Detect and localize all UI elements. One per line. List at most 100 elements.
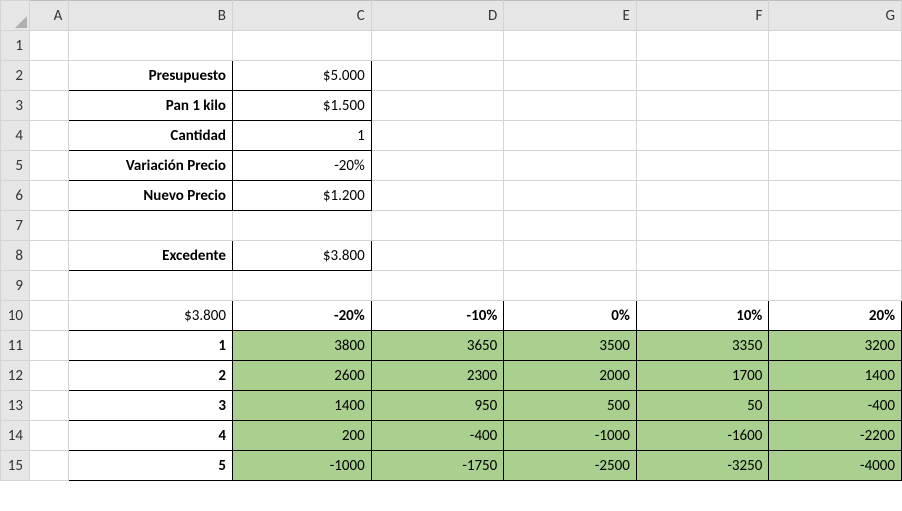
row-header-4[interactable]: 4 <box>1 121 30 151</box>
datatable-value[interactable]: 3800 <box>232 331 371 361</box>
cell[interactable] <box>29 421 68 451</box>
datatable-value[interactable]: 50 <box>636 391 769 421</box>
cell[interactable] <box>769 211 902 241</box>
datatable-value[interactable]: -1000 <box>504 421 637 451</box>
cell[interactable] <box>636 181 769 211</box>
cell[interactable] <box>769 151 902 181</box>
datatable-colhdr[interactable]: 20% <box>769 301 902 331</box>
cell[interactable] <box>504 211 637 241</box>
datatable-value[interactable]: -1600 <box>636 421 769 451</box>
datatable-rowhdr[interactable]: 1 <box>69 331 233 361</box>
datatable-value[interactable]: -400 <box>769 391 902 421</box>
cell[interactable] <box>371 91 504 121</box>
datatable-value[interactable]: -4000 <box>769 451 902 481</box>
row-header-6[interactable]: 6 <box>1 181 30 211</box>
cell[interactable] <box>371 241 504 271</box>
datatable-value[interactable]: 2600 <box>232 361 371 391</box>
cell[interactable] <box>69 271 233 301</box>
variacion-label[interactable]: Variación Precio <box>69 151 233 181</box>
variacion-value[interactable]: -20% <box>232 151 371 181</box>
cell[interactable] <box>29 301 68 331</box>
col-header-C[interactable]: C <box>232 1 371 31</box>
datatable-value[interactable]: -2500 <box>504 451 637 481</box>
datatable-value[interactable]: -1750 <box>371 451 504 481</box>
col-header-E[interactable]: E <box>504 1 637 31</box>
datatable-value[interactable]: 3350 <box>636 331 769 361</box>
cell[interactable] <box>29 331 68 361</box>
datatable-corner[interactable]: $3.800 <box>69 301 233 331</box>
cell[interactable] <box>769 31 902 61</box>
cantidad-value[interactable]: 1 <box>232 121 371 151</box>
cell[interactable] <box>769 91 902 121</box>
cell[interactable] <box>504 31 637 61</box>
cell[interactable] <box>29 91 68 121</box>
cell[interactable] <box>504 181 637 211</box>
cell[interactable] <box>29 31 68 61</box>
datatable-value[interactable]: -1000 <box>232 451 371 481</box>
cell[interactable] <box>29 241 68 271</box>
cell[interactable] <box>636 151 769 181</box>
cell[interactable] <box>29 451 68 481</box>
cell[interactable] <box>29 121 68 151</box>
select-all-corner[interactable] <box>1 1 30 31</box>
cell[interactable] <box>636 211 769 241</box>
row-header-2[interactable]: 2 <box>1 61 30 91</box>
pan-value[interactable]: $1.500 <box>232 91 371 121</box>
datatable-value[interactable]: 1700 <box>636 361 769 391</box>
datatable-rowhdr[interactable]: 3 <box>69 391 233 421</box>
cell[interactable] <box>504 271 637 301</box>
cell[interactable] <box>232 271 371 301</box>
col-header-A[interactable]: A <box>29 1 68 31</box>
row-header-10[interactable]: 10 <box>1 301 30 331</box>
cell[interactable] <box>29 271 68 301</box>
datatable-value[interactable]: 950 <box>371 391 504 421</box>
datatable-value[interactable]: 3500 <box>504 331 637 361</box>
excedente-label[interactable]: Excedente <box>69 241 233 271</box>
datatable-value[interactable]: 3200 <box>769 331 902 361</box>
row-header-7[interactable]: 7 <box>1 211 30 241</box>
cell[interactable] <box>69 31 233 61</box>
presupuesto-label[interactable]: Presupuesto <box>69 61 233 91</box>
datatable-value[interactable]: 200 <box>232 421 371 451</box>
cell[interactable] <box>371 31 504 61</box>
cell[interactable] <box>232 31 371 61</box>
cell[interactable] <box>769 241 902 271</box>
excedente-value[interactable]: $3.800 <box>232 241 371 271</box>
cell[interactable] <box>371 151 504 181</box>
datatable-rowhdr[interactable]: 2 <box>69 361 233 391</box>
datatable-value[interactable]: 1400 <box>769 361 902 391</box>
nuevoprecio-value[interactable]: $1.200 <box>232 181 371 211</box>
col-header-G[interactable]: G <box>769 1 902 31</box>
datatable-value[interactable]: -3250 <box>636 451 769 481</box>
cell[interactable] <box>371 121 504 151</box>
row-header-13[interactable]: 13 <box>1 391 30 421</box>
cell[interactable] <box>371 271 504 301</box>
nuevoprecio-label[interactable]: Nuevo Precio <box>69 181 233 211</box>
cell[interactable] <box>504 91 637 121</box>
datatable-rowhdr[interactable]: 5 <box>69 451 233 481</box>
cell[interactable] <box>29 61 68 91</box>
col-header-D[interactable]: D <box>371 1 504 31</box>
worksheet-grid[interactable]: A B C D E F G 1 2 Presupuesto $5.000 3 P… <box>0 0 902 481</box>
datatable-colhdr[interactable]: 0% <box>504 301 637 331</box>
row-header-1[interactable]: 1 <box>1 31 30 61</box>
datatable-value[interactable]: 1400 <box>232 391 371 421</box>
col-header-B[interactable]: B <box>69 1 233 31</box>
row-header-15[interactable]: 15 <box>1 451 30 481</box>
cantidad-label[interactable]: Cantidad <box>69 121 233 151</box>
cell[interactable] <box>504 121 637 151</box>
row-header-9[interactable]: 9 <box>1 271 30 301</box>
datatable-colhdr[interactable]: 10% <box>636 301 769 331</box>
datatable-value[interactable]: 2300 <box>371 361 504 391</box>
col-header-F[interactable]: F <box>636 1 769 31</box>
cell[interactable] <box>371 211 504 241</box>
pan-label[interactable]: Pan 1 kilo <box>69 91 233 121</box>
datatable-value[interactable]: 2000 <box>504 361 637 391</box>
row-header-12[interactable]: 12 <box>1 361 30 391</box>
row-header-5[interactable]: 5 <box>1 151 30 181</box>
cell[interactable] <box>769 271 902 301</box>
cell[interactable] <box>636 121 769 151</box>
cell[interactable] <box>232 211 371 241</box>
presupuesto-value[interactable]: $5.000 <box>232 61 371 91</box>
row-header-8[interactable]: 8 <box>1 241 30 271</box>
